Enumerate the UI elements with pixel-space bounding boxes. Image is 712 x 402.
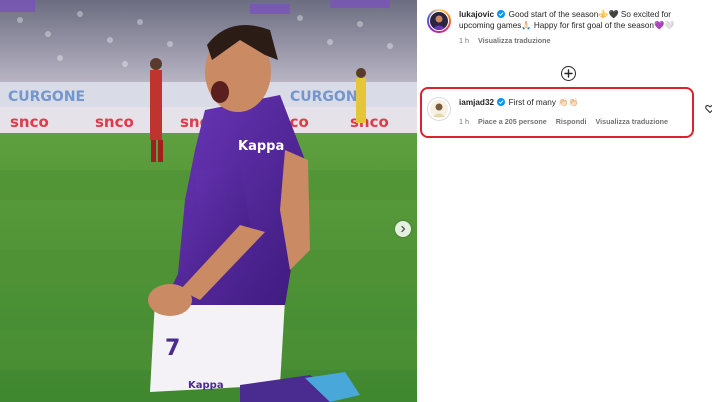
svg-text:snco: snco [10,113,49,131]
reply-link[interactable]: Rispondi [556,117,587,126]
svg-text:7: 7 [165,336,180,361]
profile-picture [430,100,448,118]
chevron-right-icon [401,225,406,233]
comment-username[interactable]: iamjad32 [459,98,494,107]
comment-time: 1 h [459,36,469,45]
svg-text:Kappa: Kappa [188,380,224,391]
reply-comment: iamjad32 First of many 👏🏻👏🏻 1 h Piace a … [427,97,699,126]
comment-meta: 1 h Visualizza traduzione [459,36,699,45]
comment-text-block: iamjad32 First of many 👏🏻👏🏻 [459,97,699,108]
avatar[interactable] [427,97,451,121]
load-more-comments-button[interactable] [561,66,576,81]
svg-text:Kappa: Kappa [238,139,284,154]
translate-link[interactable]: Visualizza traduzione [478,36,551,45]
caption-comment: lukajovic Good start of the season⚜️🖤 So… [427,9,699,45]
post-photo: sncosnco sncosncosnco CURGONECURGONE [0,0,417,402]
svg-text:CURGONE: CURGONE [290,89,367,105]
photo-image: sncosnco sncosncosnco CURGONECURGONE [0,0,417,402]
svg-text:CURGONE: CURGONE [8,89,85,105]
comment-time: 1 h [459,117,469,126]
avatar[interactable] [427,9,451,33]
translate-link[interactable]: Visualizza traduzione [595,117,668,126]
profile-picture [432,15,446,30]
next-photo-button[interactable] [395,221,411,237]
verified-badge-icon [497,98,506,106]
comment-meta: 1 h Piace a 205 persone Rispondi Visuali… [459,117,699,126]
svg-text:snco: snco [350,113,389,131]
comment-username[interactable]: lukajovic [459,10,494,19]
comment-text: First of many 👏🏻👏🏻 [508,98,579,107]
svg-text:snco: snco [95,113,134,131]
heart-icon[interactable] [705,104,712,114]
plus-circle-icon [564,69,573,78]
likes-count-link[interactable]: Piace a 205 persone [478,117,547,126]
verified-badge-icon [497,10,506,18]
comments-panel: lukajovic Good start of the season⚜️🖤 So… [417,0,712,402]
comment-text-block: lukajovic Good start of the season⚜️🖤 So… [459,9,699,31]
